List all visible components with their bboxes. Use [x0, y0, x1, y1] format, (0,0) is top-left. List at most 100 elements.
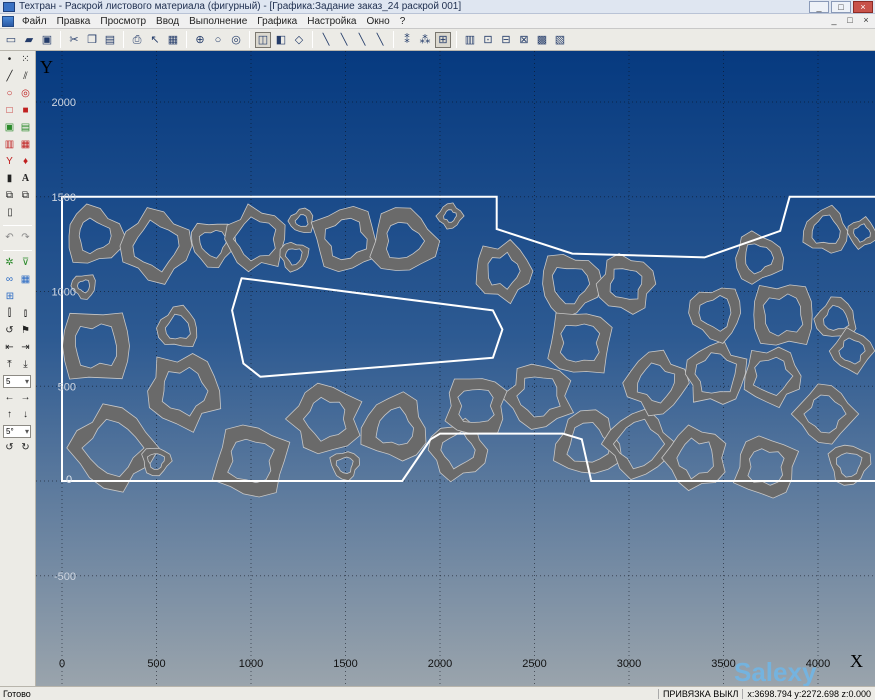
menu-execute[interactable]: Выполнение — [184, 14, 252, 29]
zoom-icon[interactable]: ○ — [210, 32, 226, 48]
part-2-icon[interactable]: ▦ — [19, 137, 32, 152]
help-cursor-icon[interactable]: ↖ — [147, 32, 163, 48]
snap-2-icon[interactable]: ⁂ — [417, 32, 433, 48]
step-select[interactable]: 5 — [3, 375, 31, 388]
flag-icon[interactable]: ⚑ — [19, 323, 32, 338]
menu-help[interactable]: ? — [395, 14, 411, 29]
move-left-icon[interactable]: ⇤ — [3, 340, 16, 355]
x-tick-label: 0 — [59, 658, 65, 670]
zoom-fit-icon[interactable]: ◎ — [228, 32, 244, 48]
menu-graphics[interactable]: Графика — [252, 14, 302, 29]
mdi-minimize-button[interactable]: _ — [827, 15, 841, 27]
cursor-coords: x:3698.794 y:2272.698 z:0.000 — [742, 688, 875, 699]
flame-icon[interactable]: ♦ — [19, 154, 32, 169]
zoom-window-icon[interactable]: ⊕ — [192, 32, 208, 48]
document-icon[interactable]: ▯ — [3, 205, 17, 220]
title-bar: Техтран - Раскрой листового материала (ф… — [0, 0, 875, 14]
toolbar-separator — [60, 31, 61, 48]
rotate-part-icon[interactable]: ↺ — [3, 323, 16, 338]
line-icon[interactable]: ╱ — [3, 69, 16, 84]
point-icon[interactable]: • — [3, 52, 16, 67]
fork-icon[interactable]: Y — [3, 154, 16, 169]
toolbar-separator — [186, 31, 187, 48]
move-down-icon[interactable]: ⤓ — [19, 357, 32, 372]
y-tick-label: 500 — [58, 381, 76, 393]
view-3d-icon[interactable]: ◫ — [255, 31, 271, 48]
menu-settings[interactable]: Настройка — [302, 14, 361, 29]
snap-1-icon[interactable]: ⁑ — [399, 32, 415, 48]
nest-options-icon[interactable]: ⊞ — [3, 289, 17, 304]
nc-6-icon[interactable]: ▧ — [552, 32, 568, 48]
menu-input[interactable]: Ввод — [151, 14, 184, 29]
points-grid-icon[interactable]: ⁙ — [19, 52, 32, 67]
contour-icon[interactable]: ▣ — [3, 120, 16, 135]
save-icon[interactable]: ▣ — [39, 32, 55, 48]
close-button[interactable]: × — [853, 0, 873, 13]
layers-2-icon[interactable]: ⧉ — [19, 188, 32, 203]
part-icon[interactable]: ▥ — [3, 137, 16, 152]
line-tool-icon[interactable]: ╲ — [318, 32, 334, 48]
concentric-circle-icon[interactable]: ◎ — [19, 86, 32, 101]
arrow-right-icon[interactable]: → — [19, 390, 32, 405]
move-right-icon[interactable]: ⇥ — [19, 340, 32, 355]
rotate-cw-icon[interactable]: ↻ — [19, 440, 32, 455]
marker-icon[interactable]: ▮ — [3, 171, 16, 186]
text-icon[interactable]: A — [19, 171, 32, 186]
align-2-icon[interactable]: ⫾ — [19, 306, 32, 321]
line-tool-4-icon[interactable]: ╲ — [372, 32, 388, 48]
menu-view[interactable]: Просмотр — [95, 14, 151, 29]
menu-window[interactable]: Окно — [361, 14, 394, 29]
move-up-icon[interactable]: ⤒ — [3, 357, 16, 372]
nc-5-icon[interactable]: ▩ — [534, 32, 550, 48]
nc-1-icon[interactable]: ▥ — [462, 32, 478, 48]
menu-bar: Файл Правка Просмотр Ввод Выполнение Гра… — [0, 14, 875, 29]
document-icon[interactable] — [2, 15, 14, 27]
minimize-button[interactable]: _ — [809, 0, 829, 13]
maximize-button[interactable]: □ — [831, 0, 851, 13]
parallel-lines-icon[interactable]: ⫽ — [19, 69, 32, 84]
paste-icon[interactable]: ▤ — [102, 32, 118, 48]
arrow-up-icon[interactable]: ↑ — [3, 407, 16, 422]
copy-icon[interactable]: ❐ — [84, 32, 100, 48]
cut-icon[interactable]: ✂ — [66, 32, 82, 48]
snap-status: ПРИВЯЗКА ВЫКЛ — [657, 688, 742, 699]
snap-3-icon[interactable]: ⊞ — [435, 31, 451, 48]
rectangle-icon[interactable]: □ — [3, 103, 16, 118]
mdi-close-button[interactable]: × — [859, 15, 873, 27]
line-tool-3-icon[interactable]: ╲ — [354, 32, 370, 48]
drawing-canvas[interactable]: 0 500 1000 1500 2000 2500 3000 3500 4000 2000 1500… — [36, 51, 875, 686]
y-tick-label: 1500 — [52, 192, 76, 204]
rotate-ccw-icon[interactable]: ↺ — [3, 440, 16, 455]
nesting-plot[interactable]: 0 500 1000 1500 2000 2500 3000 3500 400020001500… — [36, 51, 875, 686]
nest-grid-icon[interactable]: ▦ — [19, 272, 32, 287]
cube-icon[interactable]: ◇ — [291, 32, 307, 48]
new-file-icon[interactable]: ▭ — [3, 32, 19, 48]
app-icon — [3, 1, 15, 12]
filled-rectangle-icon[interactable]: ■ — [19, 103, 32, 118]
nest-icon[interactable]: ∞ — [3, 272, 16, 287]
menu-file[interactable]: Файл — [17, 14, 52, 29]
gear-icon[interactable]: ✲ — [3, 255, 16, 270]
layers-icon[interactable]: ⧉ — [3, 188, 16, 203]
view-3d-alt-icon[interactable]: ◧ — [273, 32, 289, 48]
arrow-left-icon[interactable]: ← — [3, 390, 16, 405]
angle-select[interactable]: 5° — [3, 425, 31, 438]
nc-3-icon[interactable]: ⊟ — [498, 32, 514, 48]
open-folder-icon[interactable]: ▰ — [21, 32, 37, 48]
palette-separator — [3, 250, 32, 251]
line-tool-2-icon[interactable]: ╲ — [336, 32, 352, 48]
menu-edit[interactable]: Правка — [52, 14, 96, 29]
arrow-down-icon[interactable]: ↓ — [19, 407, 32, 422]
undo-icon[interactable]: ↶ — [3, 230, 16, 245]
nc-4-icon[interactable]: ⊠ — [516, 32, 532, 48]
align-icon[interactable]: ⫿ — [3, 306, 16, 321]
mdi-restore-button[interactable]: □ — [843, 15, 857, 27]
circle-icon[interactable]: ○ — [3, 86, 16, 101]
calculator-icon[interactable]: ▦ — [165, 32, 181, 48]
tool-icon[interactable]: ⊽ — [19, 255, 32, 270]
contour-2-icon[interactable]: ▤ — [19, 120, 32, 135]
nc-2-icon[interactable]: ⊡ — [480, 32, 496, 48]
x-tick-label: 2500 — [522, 658, 546, 670]
print-icon[interactable]: ⎙ — [129, 32, 145, 48]
redo-icon[interactable]: ↷ — [19, 230, 32, 245]
